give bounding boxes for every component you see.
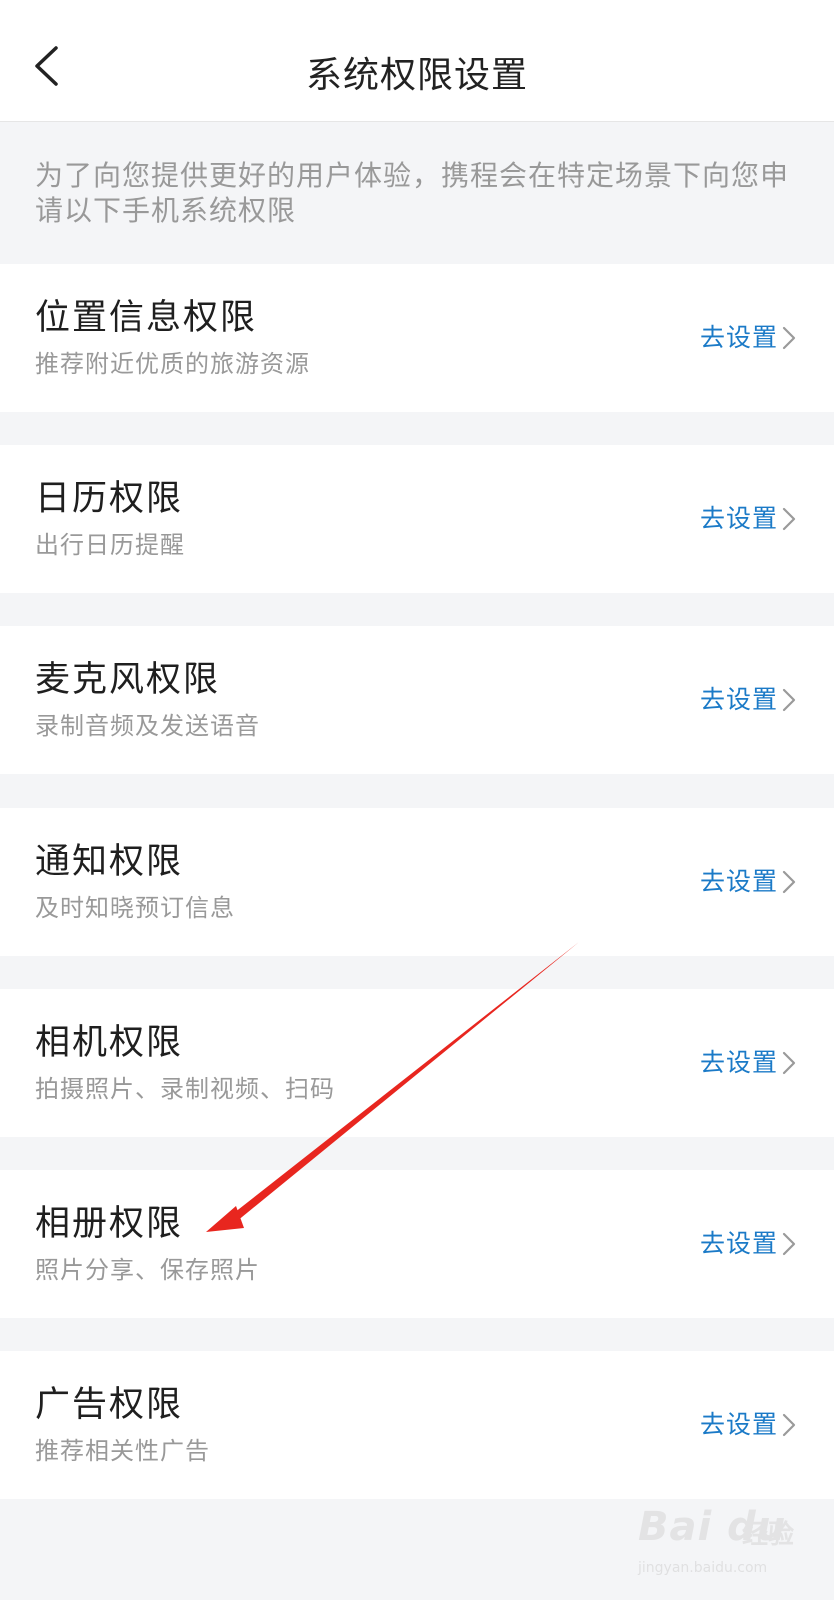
row-title: 广告权限 [35,1385,184,1425]
chevron-right-icon [782,688,796,712]
go-settings-link[interactable]: 去设置 [700,683,778,717]
go-settings-link[interactable]: 去设置 [700,1046,778,1080]
go-settings-link[interactable]: 去设置 [700,1227,778,1261]
permission-row-photo-album[interactable]: 相册权限 照片分享、保存照片 去设置 [0,1170,834,1318]
permission-row-microphone[interactable]: 麦克风权限 录制音频及发送语音 去设置 [0,626,834,774]
permission-row-camera[interactable]: 相机权限 拍摄照片、录制视频、扫码 去设置 [0,989,834,1137]
row-title: 麦克风权限 [35,660,221,700]
row-title: 通知权限 [35,842,184,882]
permission-row-location[interactable]: 位置信息权限 推荐附近优质的旅游资源 去设置 [0,264,834,412]
row-title: 日历权限 [35,479,184,519]
intro-text: 为了向您提供更好的用户体验，携程会在特定场景下向您申请以下手机系统权限 [35,159,790,227]
permission-row-calendar[interactable]: 日历权限 出行日历提醒 去设置 [0,445,834,593]
nav-bar: 系统权限设置 [0,0,834,122]
baidu-watermark: Bai du 经验 jingyan.baidu.com [638,1500,818,1590]
row-title: 位置信息权限 [35,298,258,338]
go-settings-link[interactable]: 去设置 [700,1408,778,1442]
chevron-right-icon [782,1232,796,1256]
chevron-right-icon [782,1051,796,1075]
chevron-right-icon [782,870,796,894]
row-title: 相册权限 [35,1204,184,1244]
permission-row-notification[interactable]: 通知权限 及时知晓预订信息 去设置 [0,808,834,956]
row-subtitle: 录制音频及发送语音 [35,712,260,740]
go-settings-link[interactable]: 去设置 [700,502,778,536]
row-subtitle: 照片分享、保存照片 [35,1256,260,1284]
watermark-url: jingyan.baidu.com [638,1560,768,1576]
row-subtitle: 出行日历提醒 [35,531,185,559]
row-subtitle: 推荐附近优质的旅游资源 [35,350,310,378]
permission-row-advertising[interactable]: 广告权限 推荐相关性广告 去设置 [0,1351,834,1499]
watermark-experience: 经验 [742,1520,795,1550]
row-subtitle: 推荐相关性广告 [35,1437,210,1465]
go-settings-link[interactable]: 去设置 [700,321,778,355]
page-title: 系统权限设置 [305,55,528,96]
row-subtitle: 拍摄照片、录制视频、扫码 [35,1075,335,1103]
row-title: 相机权限 [35,1023,184,1063]
row-subtitle: 及时知晓预订信息 [35,894,235,922]
chevron-right-icon [782,326,796,350]
go-settings-link[interactable]: 去设置 [700,865,778,899]
chevron-right-icon [782,1413,796,1437]
chevron-right-icon [782,507,796,531]
